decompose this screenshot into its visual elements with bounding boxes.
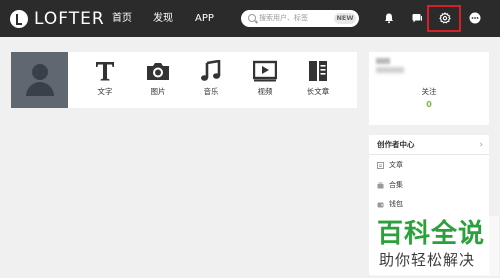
bell-icon[interactable] [383,12,395,24]
publish-article-label: 长文章 [306,87,330,96]
video-icon [253,60,277,82]
creator-item-wallet-label: 钱包 [389,200,403,208]
profile-card: 关注 0 [369,52,489,125]
watermark-subtitle: 助你轻松解决 [379,251,476,269]
publish-video-button[interactable]: 视频 [245,60,285,97]
creator-center-title[interactable]: 创作者中心 [377,140,415,150]
follow-label[interactable]: 关注 [369,87,489,97]
blurred-username [376,58,390,64]
creator-item-collections-label: 合集 [389,181,403,189]
top-nav-bar: LOFTER 首页 发现 APP 搜索用户、标签 NEW [0,0,500,37]
article-icon [309,61,327,81]
search-icon [248,14,256,22]
publish-text-button[interactable]: 文字 [85,60,125,97]
creator-item-articles[interactable]: 文章 [377,159,403,171]
settings-highlight-box [427,5,461,32]
chevron-right-icon[interactable]: › [479,140,483,150]
logo-mark-icon [10,10,28,28]
watermark-title: 百科全说 [377,219,486,249]
nav-discover-link[interactable]: 发现 [153,12,173,25]
baike-watermark: 百科全说 助你轻松解决 [371,216,499,276]
new-badge: NEW [334,13,356,24]
publish-text-label: 文字 [97,87,113,96]
publish-video-label: 视频 [257,87,273,96]
search-bar[interactable]: 搜索用户、标签 NEW [241,10,359,27]
nav-home-link[interactable]: 首页 [112,12,132,25]
document-icon [377,161,384,169]
nav-app-link[interactable]: APP [195,12,214,25]
search-input-placeholder[interactable]: 搜索用户、标签 [259,13,308,24]
publish-photo-button[interactable]: 图片 [138,60,178,97]
music-icon [201,60,221,81]
avatar[interactable] [11,52,68,108]
text-icon [96,62,114,81]
wallet-icon [377,202,384,207]
camera-icon [147,63,169,80]
publish-music-label: 音乐 [203,87,219,96]
follow-count[interactable]: 0 [369,100,489,110]
creator-item-collections[interactable]: 合集 [377,179,403,191]
publish-music-button[interactable]: 音乐 [191,60,231,97]
collection-icon [377,182,384,188]
blurred-user-info [376,67,404,73]
chat-icon[interactable] [411,12,423,24]
publish-photo-label: 图片 [150,87,166,96]
lofter-logo[interactable]: LOFTER [10,9,105,29]
publish-article-button[interactable]: 长文章 [298,60,338,97]
avatar-head-shape [32,64,48,80]
publish-card: 文字 图片 音乐 视频 长文章 [11,52,357,108]
creator-item-wallet[interactable]: 钱包 [377,198,403,210]
logo-text: LOFTER [34,9,105,29]
more-icon[interactable] [469,12,481,24]
creator-item-articles-label: 文章 [389,161,403,169]
divider [369,154,489,155]
avatar-body-shape [26,82,54,96]
